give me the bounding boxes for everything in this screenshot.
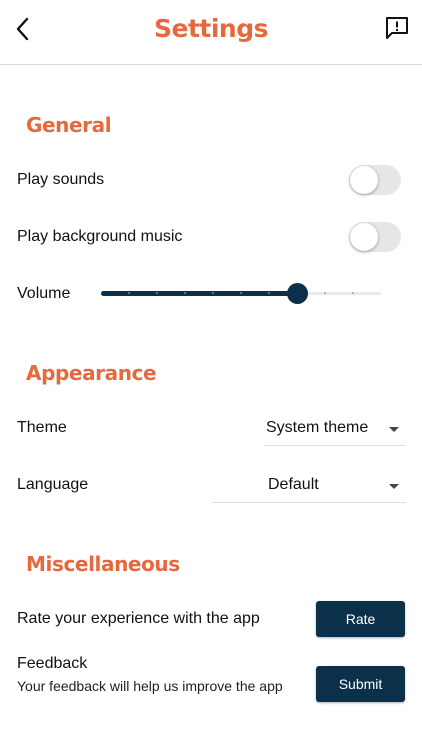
top-app-bar: Settings — [0, 0, 422, 65]
slider-tick — [324, 292, 326, 294]
slider-tick — [156, 292, 158, 294]
theme-value: System theme — [266, 419, 369, 436]
play-sounds-label: Play sounds — [17, 171, 105, 188]
slider-tick — [352, 292, 354, 294]
section-title-appearance: Appearance — [26, 361, 157, 385]
language-dropdown[interactable]: Default — [212, 472, 406, 503]
volume-label: Volume — [17, 285, 71, 302]
play-music-toggle[interactable] — [349, 222, 401, 252]
section-title-general: General — [26, 113, 112, 137]
submit-feedback-button[interactable]: Submit — [316, 666, 405, 702]
feedback-label: Feedback — [17, 655, 88, 672]
slider-tick — [128, 292, 130, 294]
slider-tick — [184, 292, 186, 294]
caret-down-icon — [389, 484, 399, 489]
theme-dropdown[interactable]: System theme — [265, 415, 406, 446]
feedback-description: Your feedback will help us improve the a… — [17, 678, 283, 694]
volume-slider[interactable] — [101, 282, 381, 306]
toggle-knob — [350, 166, 378, 194]
feedback-icon — [386, 17, 408, 39]
play-music-label: Play background music — [17, 228, 183, 245]
feedback-button[interactable] — [384, 15, 410, 41]
theme-label: Theme — [17, 419, 67, 436]
rate-label: Rate your experience with the app — [17, 610, 260, 627]
language-label: Language — [17, 476, 89, 493]
slider-tick — [212, 292, 214, 294]
slider-tick — [240, 292, 242, 294]
rate-button[interactable]: Rate — [316, 601, 405, 637]
caret-down-icon — [389, 427, 399, 432]
section-title-miscellaneous: Miscellaneous — [26, 552, 180, 576]
toggle-knob — [350, 223, 378, 251]
slider-thumb[interactable] — [287, 283, 308, 304]
page-title: Settings — [153, 14, 269, 43]
language-value: Default — [268, 476, 319, 493]
slider-tick — [268, 292, 270, 294]
play-sounds-toggle[interactable] — [349, 165, 401, 195]
